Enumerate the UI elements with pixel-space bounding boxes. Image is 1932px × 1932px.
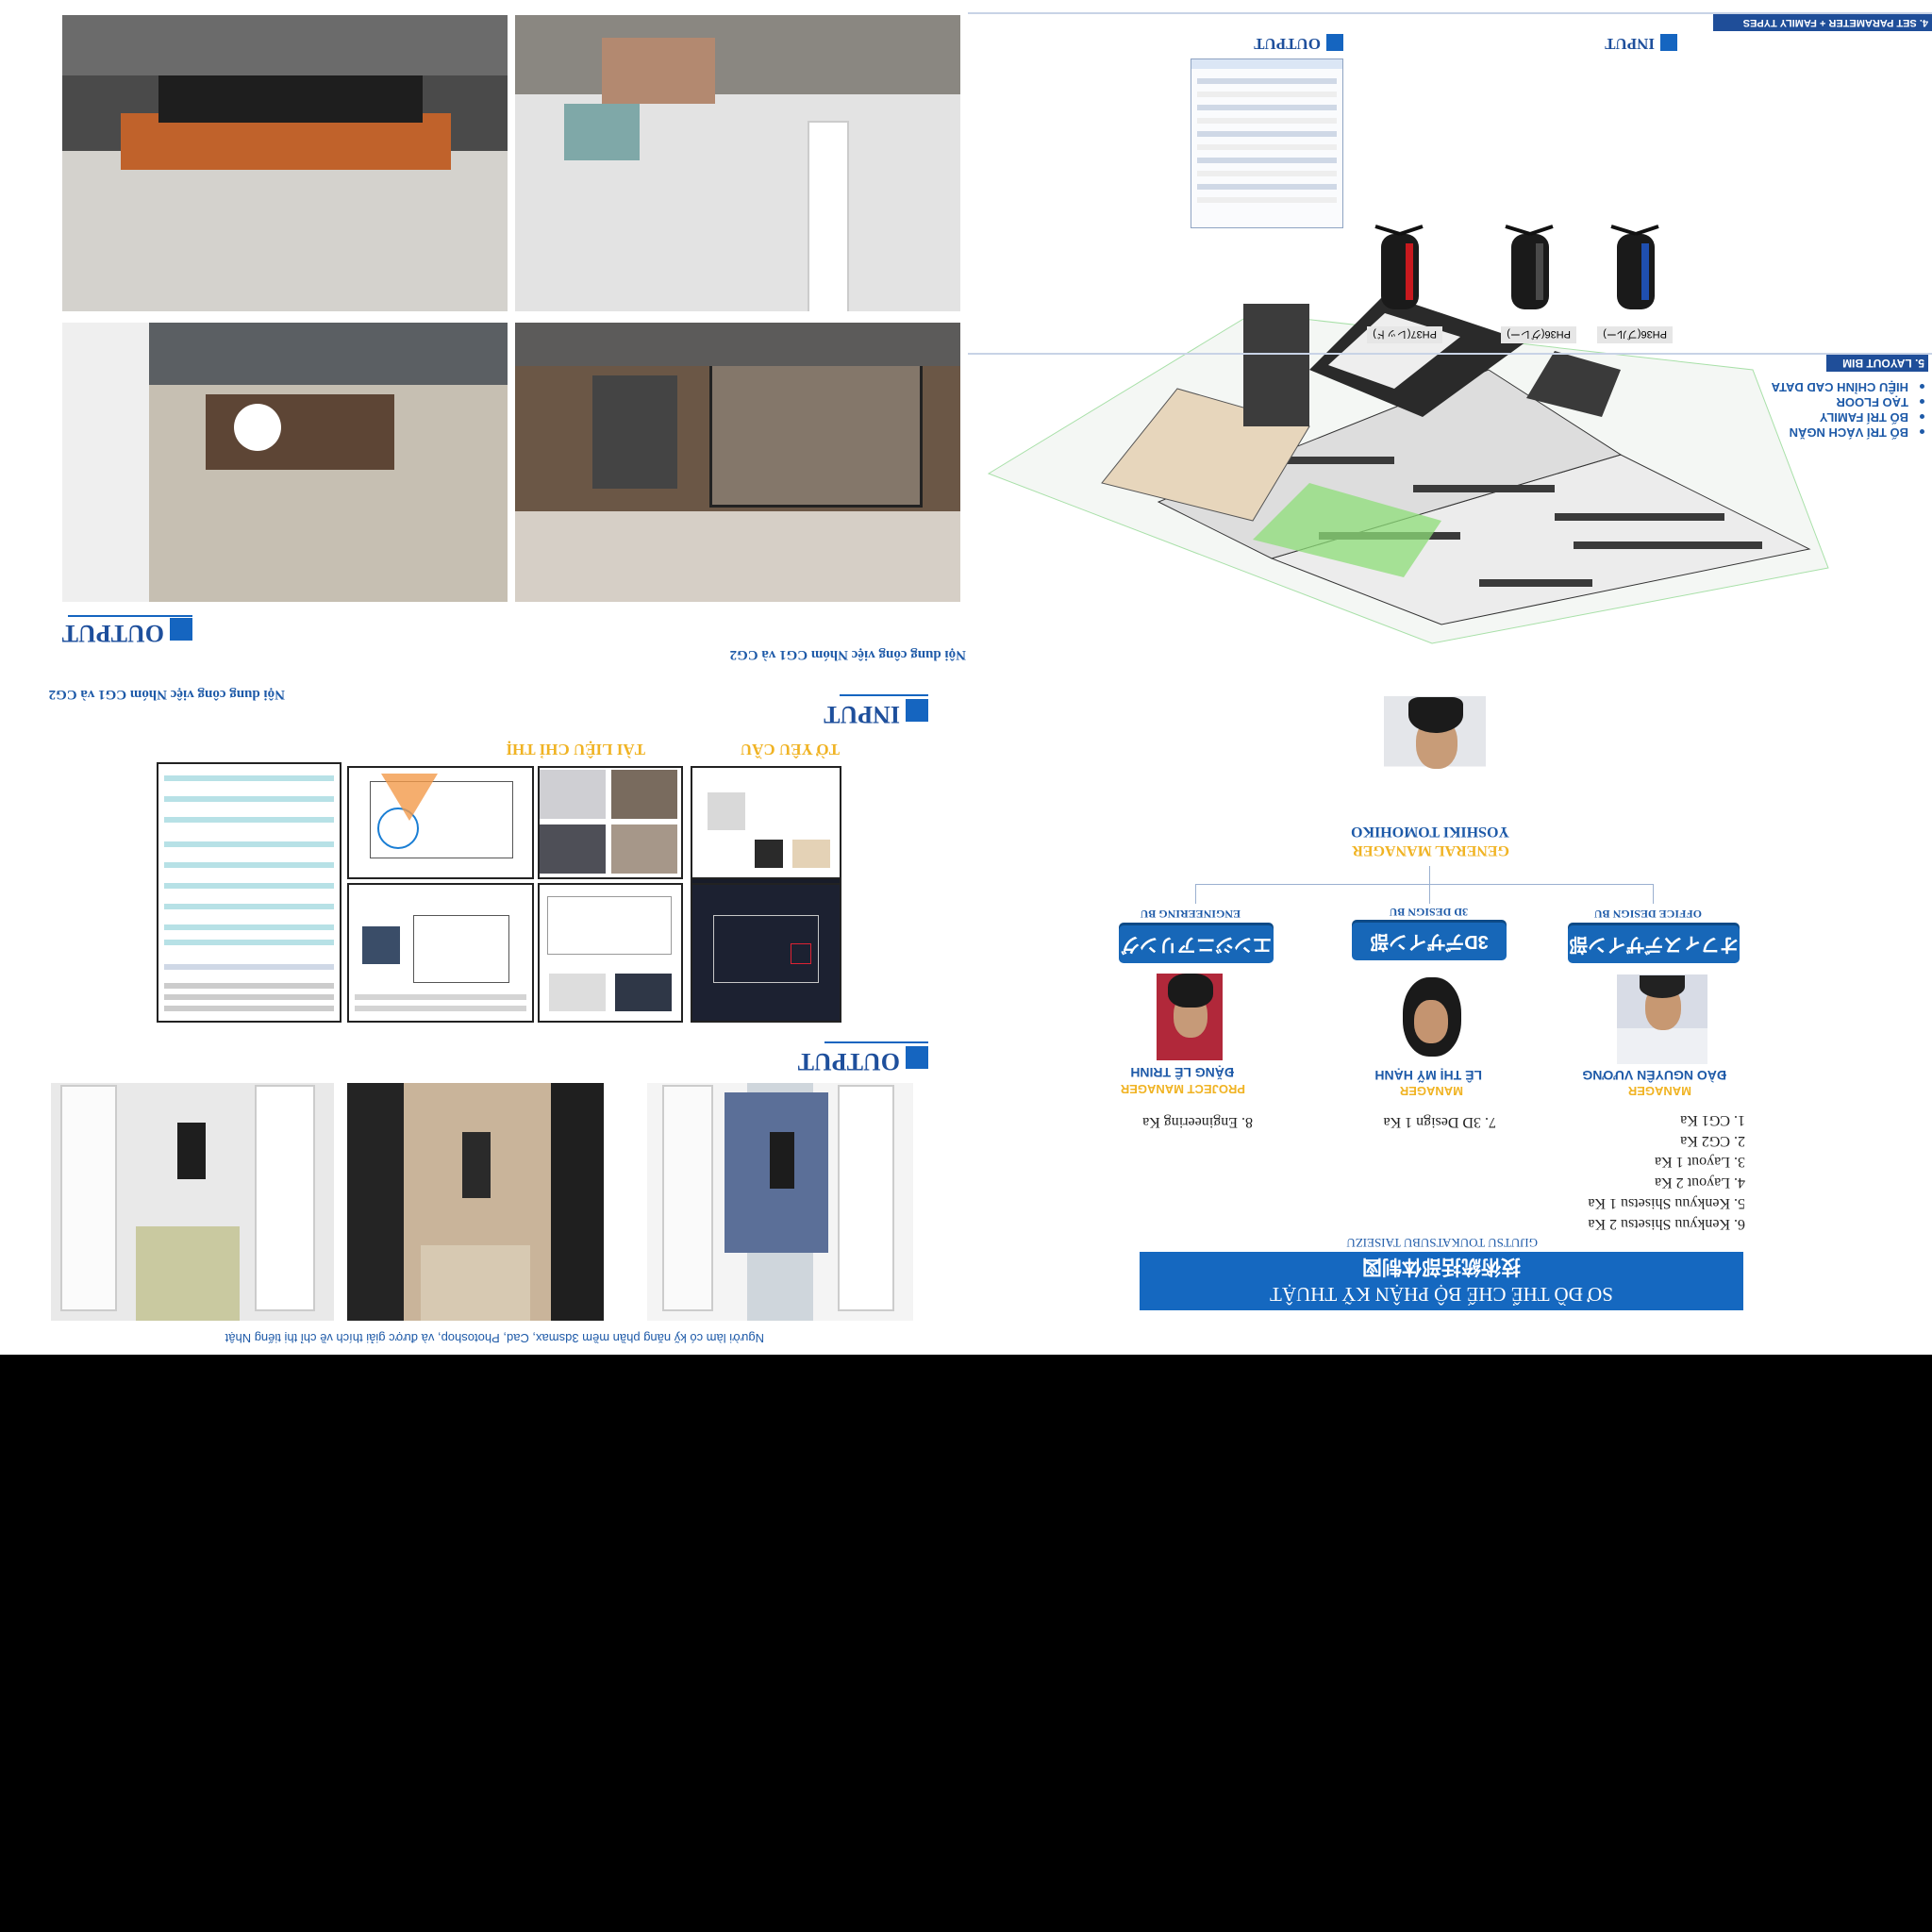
layout-bim-bullets: BỐ TRÍ VÁCH NGĂN BỐ TRÍ FAMILY TẠO FLOOR… [1772, 379, 1924, 440]
org-chart-panel: SƠ ĐỒ THỂ CHẾ BỘ PHẬN KỸ THUẬT 技術統括部体制図 … [966, 675, 1932, 1355]
instruction-text-thumbnail [347, 883, 534, 1023]
general-manager-name: YOSHIKI TOMOHIKO [1351, 824, 1509, 840]
section-item: 2. CG2 Ka [1680, 1133, 1745, 1149]
org-connector [1195, 885, 1196, 904]
cad-dark-thumbnail [691, 883, 841, 1023]
interior-render-auditorium [62, 15, 508, 311]
output-underline [824, 1041, 928, 1043]
office-design-sections: 6. Kenkyuu Shisetsu 2 Ka 5. Kenkyuu Shis… [1588, 1109, 1745, 1234]
org-chart-title-jp: 技術統括部体制図 [1362, 1256, 1521, 1277]
section-item: 7. 3D Design 1 Ka [1383, 1114, 1496, 1130]
divider [968, 12, 1932, 14]
manager-role: MANAGER [1627, 1084, 1691, 1098]
input-heading: INPUT [824, 699, 928, 728]
material-board-thumbnail [538, 883, 683, 1023]
manager-portrait [1395, 974, 1467, 1060]
manager-role: PROJECT MANAGER [1120, 1082, 1245, 1096]
general-manager-role: GENERAL MANAGER [1352, 842, 1509, 858]
section-item: 1. CG1 Ka [1680, 1112, 1745, 1128]
cg-footer: Nội dung công việc Nhóm CG1 và CG2 [48, 687, 285, 702]
cg-footer: Nội dung công việc Nhóm CG1 và CG2 [729, 647, 966, 662]
output-underline [68, 615, 192, 617]
output-heading: OUTPUT [62, 618, 192, 647]
department-en-label: OFFICE DESIGN BU [1593, 908, 1702, 921]
chair-tag: PH36(グレー) [1501, 326, 1576, 343]
bathroom-render [347, 1083, 604, 1321]
request-label: TỜ YÊU CẦU [740, 741, 840, 758]
section-item: 5. Kenkyuu Shisetsu 1 Ka [1588, 1195, 1745, 1211]
presentation-sheet: SƠ ĐỒ THỂ CHẾ BỘ PHẬN KỸ THUẬT 技術統括部体制図 … [0, 0, 1932, 1355]
manager-name: LÊ THỊ MỸ HẠNH [1374, 1068, 1482, 1083]
department-engineering-button[interactable]: エンジニアリング部 [1119, 896, 1274, 963]
output-heading: OUTPUT [798, 1046, 928, 1075]
department-3d-design-button[interactable]: 3Dデザイン部 [1352, 923, 1507, 960]
bullet-square-icon [906, 1046, 928, 1070]
material-label: TÀI LIỆU CHỈ THỊ [506, 741, 645, 758]
bullet-text: TẠO FLOOR [1836, 395, 1908, 409]
layout-bim-label: 5. LAYOUT BIM [1826, 355, 1928, 372]
cg-output-panel: Nội dung công việc Nhóm CG1 và CG2 OUTPU… [0, 0, 966, 675]
interior-render-glass-room [515, 323, 960, 602]
chair-red-image [1374, 225, 1424, 309]
request-form-sheet [157, 762, 341, 1023]
org-connector [1653, 885, 1654, 904]
org-chart-title-banner: SƠ ĐỒ THỂ CHẾ BỘ PHẬN KỸ THUẬT 技術統括部体制図 [1140, 1252, 1743, 1310]
chair-blue-image [1610, 225, 1659, 309]
bullet-square-icon [1326, 34, 1343, 52]
bullet-square-icon [906, 699, 928, 723]
org-chart-title-romaji: GIJUTSU TOUKATSUBU TAISEIZU [1346, 1236, 1538, 1250]
manager-portrait [1157, 974, 1223, 1060]
section-item: 6. Kenkyuu Shisetsu 2 Ka [1588, 1216, 1745, 1232]
department-office-design-button[interactable]: オフィスデザイン部 [1568, 925, 1740, 963]
section-item: 4. Layout 2 Ka [1655, 1174, 1745, 1191]
section-item: 3. Layout 1 Ka [1655, 1154, 1745, 1170]
cg-caption: Người làm có kỹ năng phần mềm 3dsmax, Ca… [225, 1331, 764, 1345]
chair-tag: PH37(レッド) [1367, 326, 1442, 343]
interior-render-open-office [515, 15, 960, 311]
instruction-plan-thumbnail [347, 766, 534, 879]
bathroom-render [647, 1083, 913, 1321]
manager-role: MANAGER [1399, 1084, 1463, 1098]
interior-render-lounge [62, 323, 508, 602]
section-item: 8. Engineering Ka [1142, 1114, 1253, 1130]
input-underline [840, 694, 928, 696]
org-connector [1195, 884, 1654, 885]
department-en-label: 3D DESIGN BU [1389, 906, 1468, 919]
general-manager-portrait [1384, 696, 1486, 805]
material-sheet-thumbnail [691, 766, 841, 879]
divider [968, 353, 1932, 355]
family-types-dialog [1191, 58, 1343, 228]
chair-grey-image [1505, 225, 1554, 309]
output-heading: OUTPUT [1254, 34, 1343, 53]
layout-bim-panel: BỐ TRÍ VÁCH NGĂN BỐ TRÍ FAMILY TẠO FLOOR… [966, 0, 1932, 675]
chair-tag: PH36(ブルー) [1597, 326, 1673, 343]
cg-workflow-panel: Người làm có kỹ năng phần mềm 3dsmax, Ca… [0, 675, 951, 1355]
bullet-square-icon [170, 618, 192, 641]
manager-name: ĐÀO NGUYÊN VƯƠNG [1582, 1068, 1726, 1083]
reference-photos-thumbnail [538, 766, 683, 879]
bullet-text: BỐ TRÍ FAMILY [1819, 410, 1908, 425]
department-en-label: ENGINEERING BU [1140, 908, 1241, 921]
bathroom-render [51, 1083, 334, 1321]
set-parameter-label: 4. SET PARAMETER + FAMILY TYPES [1713, 14, 1932, 31]
bullet-text: HIỆU CHỈNH CAD DATA [1771, 380, 1908, 394]
manager-name: ĐẶNG LÊ TRINH [1130, 1065, 1234, 1080]
input-heading: INPUT [1605, 34, 1677, 53]
bullet-text: BỐ TRÍ VÁCH NGĂN [1789, 425, 1908, 440]
manager-portrait [1617, 974, 1707, 1064]
bullet-square-icon [1660, 34, 1677, 52]
org-connector [1429, 866, 1430, 904]
org-chart-title-vi: SƠ ĐỒ THỂ CHẾ BỘ PHẬN KỸ THUẬT [1270, 1283, 1613, 1306]
